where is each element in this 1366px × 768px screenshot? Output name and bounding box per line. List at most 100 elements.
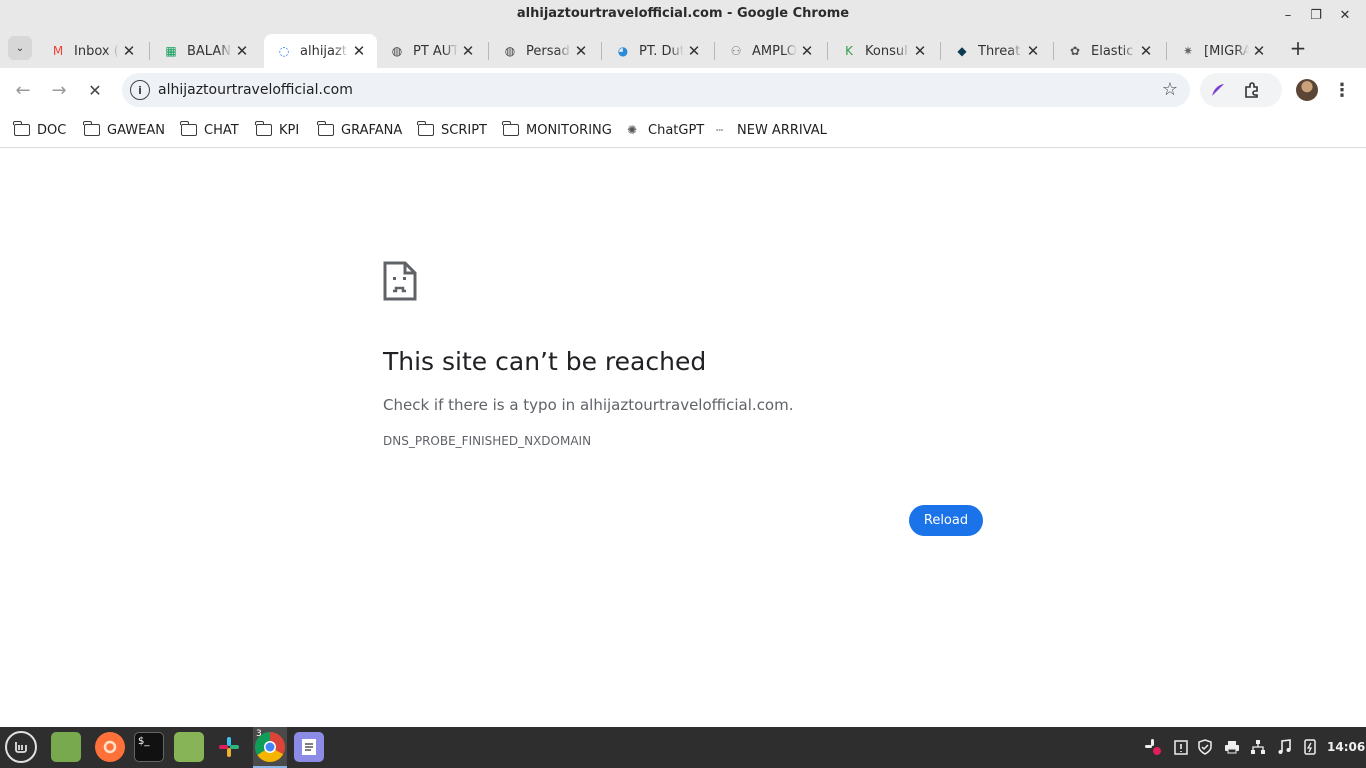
elastic-icon: ✿ xyxy=(1069,44,1081,58)
tab-separator xyxy=(827,42,828,60)
tab-label: PT. Dut xyxy=(639,43,684,59)
bookmark-star-icon[interactable]: ☆ xyxy=(1162,79,1178,100)
feather-extension-icon[interactable] xyxy=(1208,80,1228,100)
tab-close-icon[interactable]: ✕ xyxy=(232,41,252,61)
stop-loading-button[interactable]: ✕ xyxy=(83,78,107,102)
new-tab-button[interactable]: + xyxy=(1286,36,1310,60)
tab-close-icon[interactable]: ✕ xyxy=(119,41,139,61)
tab-separator xyxy=(714,42,715,60)
shield-tray-icon[interactable] xyxy=(1196,738,1214,756)
bookmark-new-arrival[interactable]: ┄ NEW ARRIVAL xyxy=(716,120,827,140)
bookmark-monitoring[interactable]: MONITORING xyxy=(502,120,612,140)
loading-spinner-icon: ◌ xyxy=(278,44,290,58)
tab-2[interactable]: ◌ alhijazt ✕ xyxy=(264,34,377,68)
bookmark-script[interactable]: SCRIPT xyxy=(417,120,487,140)
tab-label: Persad xyxy=(526,43,570,59)
tab-separator xyxy=(940,42,941,60)
tab-0[interactable]: M Inbox (✕ xyxy=(38,34,147,68)
files-icon[interactable] xyxy=(174,732,204,762)
bookmark-kpi[interactable]: KPI xyxy=(255,120,300,140)
os-taskbar: $_ 3 14:06 xyxy=(0,727,1366,768)
tab-10[interactable]: ✷ [MIGRA ✕ xyxy=(1168,34,1277,68)
tab-7[interactable]: K Konsul ✕ xyxy=(829,34,938,68)
bookmark-doc[interactable]: DOC xyxy=(13,120,67,140)
tab-close-icon[interactable]: ✕ xyxy=(349,41,369,61)
tab-separator xyxy=(601,42,602,60)
reload-button[interactable]: Reload xyxy=(909,505,983,536)
forward-button[interactable]: → xyxy=(47,78,71,102)
tab-separator xyxy=(488,42,489,60)
globe-icon: ◍ xyxy=(504,44,516,58)
tab-3[interactable]: ◍ PT AUT ✕ xyxy=(377,34,486,68)
tab-8[interactable]: ◆ Threat ✕ xyxy=(942,34,1051,68)
mint-menu-icon[interactable] xyxy=(5,731,37,763)
bookmark-label: CHAT xyxy=(204,122,239,138)
tab-close-icon[interactable]: ✕ xyxy=(684,41,704,61)
bookmark-grafana[interactable]: GRAFANA xyxy=(317,120,403,140)
bookmark-label: KPI xyxy=(279,122,300,138)
folder-icon xyxy=(255,121,272,136)
tab-label: alhijazt xyxy=(300,43,347,59)
show-desktop-icon[interactable] xyxy=(51,732,81,762)
tab-6[interactable]: ⚇ AMPLO ✕ xyxy=(716,34,825,68)
tab-4[interactable]: ◍ Persad ✕ xyxy=(490,34,599,68)
extensions-puzzle-icon[interactable] xyxy=(1242,80,1262,100)
bookmark-label: NEW ARRIVAL xyxy=(737,122,827,138)
site-logo-icon: ⚇ xyxy=(730,44,742,58)
back-button[interactable]: ← xyxy=(11,78,35,102)
gmail-icon: M xyxy=(52,44,64,58)
slack-icon[interactable] xyxy=(214,732,244,762)
site-info-icon[interactable]: i xyxy=(130,80,150,100)
tab-9[interactable]: ✿ Elastic ✕ xyxy=(1055,34,1164,68)
terminal-icon[interactable]: $_ xyxy=(134,732,164,762)
tab-close-icon[interactable]: ✕ xyxy=(1249,41,1269,61)
tab-close-icon[interactable]: ✕ xyxy=(797,41,817,61)
address-bar[interactable]: i ☆ xyxy=(122,73,1190,107)
bookmark-label: DOC xyxy=(37,122,67,138)
tab-close-icon[interactable]: ✕ xyxy=(1136,41,1156,61)
music-tray-icon[interactable] xyxy=(1275,738,1293,756)
minimize-button[interactable]: – xyxy=(1278,5,1298,25)
folder-icon xyxy=(180,121,197,136)
sad-page-icon xyxy=(383,261,417,301)
extensions-group xyxy=(1200,73,1282,107)
tab-search-button[interactable]: ⌄ xyxy=(8,36,32,60)
printer-tray-icon[interactable] xyxy=(1223,738,1241,756)
sheets-icon: ▦ xyxy=(165,44,177,58)
url-input[interactable] xyxy=(158,79,1118,101)
clock[interactable]: 14:06 xyxy=(1327,740,1365,754)
folder-icon xyxy=(317,121,334,136)
error-description: Check if there is a typo in alhijaztourt… xyxy=(383,396,794,414)
maximize-button[interactable]: ❐ xyxy=(1306,5,1326,25)
browser-toolbar: ← → ✕ i ☆ ⋮ xyxy=(0,68,1366,112)
site-logo-icon: K xyxy=(845,44,853,58)
tab-close-icon[interactable]: ✕ xyxy=(1023,41,1043,61)
bookmark-chatgpt[interactable]: ✺ ChatGPT xyxy=(627,120,704,140)
firefox-icon[interactable] xyxy=(95,732,125,762)
tab-close-icon[interactable]: ✕ xyxy=(458,41,478,61)
chrome-menu-button[interactable]: ⋮ xyxy=(1332,78,1352,102)
tab-label: Konsul xyxy=(865,43,908,59)
tab-close-icon[interactable]: ✕ xyxy=(910,41,930,61)
slack-tray-icon[interactable] xyxy=(1144,738,1162,756)
bookmark-chat[interactable]: CHAT xyxy=(180,120,239,140)
bookmark-link-icon: ┄ xyxy=(716,123,724,137)
power-tray-icon[interactable] xyxy=(1301,738,1319,756)
tab-separator xyxy=(1053,42,1054,60)
profile-avatar[interactable] xyxy=(1296,79,1318,101)
tab-5[interactable]: ◕ PT. Dut ✕ xyxy=(603,34,712,68)
network-tray-icon[interactable] xyxy=(1249,738,1267,756)
tab-label: PT AUT xyxy=(413,43,458,59)
tab-1[interactable]: ▦ BALAN ✕ xyxy=(151,34,260,68)
close-window-button[interactable]: ✕ xyxy=(1335,5,1355,25)
chrome-window-count: 3 xyxy=(256,729,262,739)
shield-icon: ◆ xyxy=(957,44,967,58)
tab-close-icon[interactable]: ✕ xyxy=(571,41,591,61)
bookmark-label: GAWEAN xyxy=(107,122,165,138)
text-editor-icon[interactable] xyxy=(294,732,324,762)
clipboard-tray-icon[interactable] xyxy=(1172,738,1190,756)
bookmark-label: GRAFANA xyxy=(341,122,403,138)
tab-separator xyxy=(149,42,150,60)
site-logo-icon: ◕ xyxy=(617,44,629,58)
bookmark-gawean[interactable]: GAWEAN xyxy=(83,120,165,140)
